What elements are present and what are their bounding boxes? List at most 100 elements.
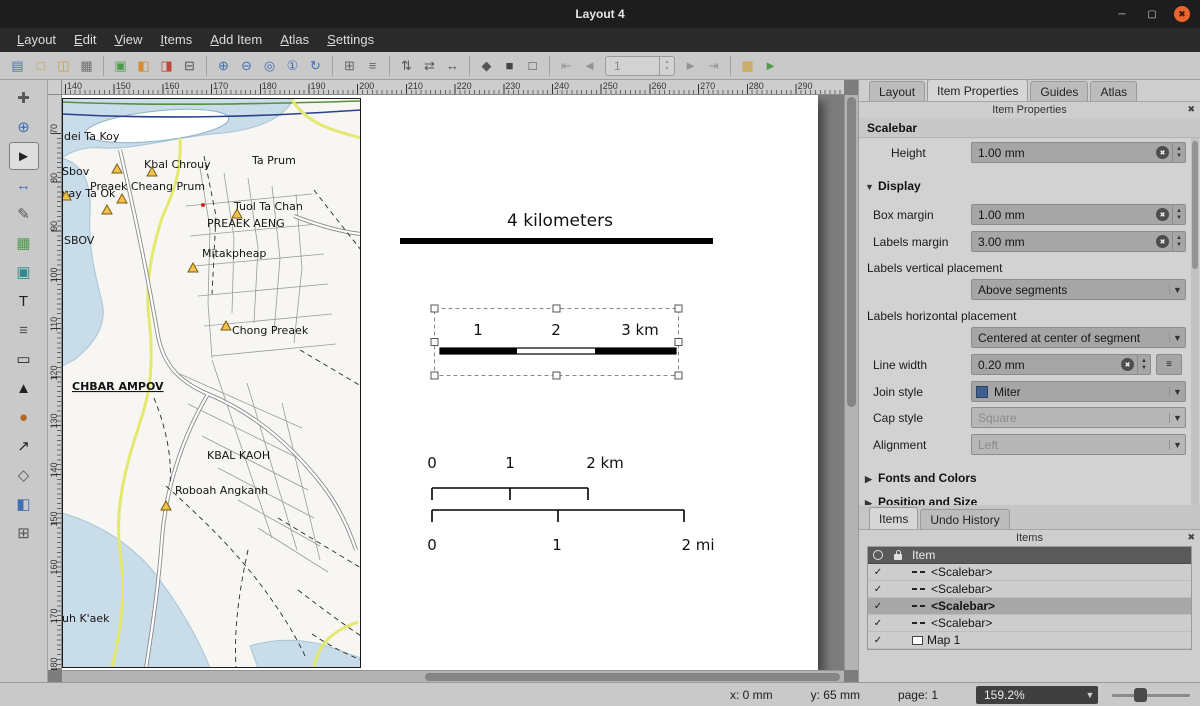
atlas-feature-spinbox[interactable]: 1▴▾ <box>605 56 675 76</box>
raise-items-icon[interactable]: ⇅ <box>395 54 418 77</box>
add-shape-icon[interactable]: ● <box>9 403 39 431</box>
spinner-arrows[interactable]: ▴▾ <box>659 57 674 75</box>
zoom-actual-icon[interactable]: ① <box>281 54 304 77</box>
preview-atlas-icon[interactable]: ► <box>759 54 782 77</box>
zoom-in-icon[interactable]: ⊕ <box>212 54 235 77</box>
scalebar-dual-ticks-item[interactable]: 012 km 012 mi <box>427 454 714 554</box>
menu-atlas[interactable]: Atlas <box>271 28 318 52</box>
export-image-icon[interactable]: ▣ <box>109 54 132 77</box>
save-project-icon[interactable]: ▤ <box>6 54 29 77</box>
show-grid-icon[interactable]: ⊞ <box>338 54 361 77</box>
clear-icon[interactable]: ✖ <box>1156 235 1169 248</box>
scrollbar-thumb[interactable] <box>847 97 856 407</box>
line-width-input[interactable]: 0.20 mm ✖ ▲▼ <box>971 354 1151 375</box>
tab-undo-history[interactable]: Undo History <box>920 509 1009 529</box>
spinner-arrows[interactable]: ▲▼ <box>1172 205 1185 224</box>
item-row[interactable]: ✓Map 1 <box>868 632 1191 649</box>
refresh-view-icon[interactable]: ↻ <box>304 54 327 77</box>
add-attribute-table-icon[interactable]: ⊞ <box>9 519 39 547</box>
canvas-viewport[interactable]: dei Ta KoyKbal ChrouyTa PrumSbovPreaek C… <box>62 95 844 670</box>
zoom-full-icon[interactable]: ◎ <box>258 54 281 77</box>
scrollbar-thumb[interactable] <box>425 673 840 681</box>
add-scalebar-icon[interactable]: ▭ <box>9 345 39 373</box>
item-row[interactable]: ✓<Scalebar> <box>868 564 1191 581</box>
properties-scrollbar[interactable] <box>1191 138 1199 505</box>
zoom-tool-icon[interactable]: ⊕ <box>9 113 39 141</box>
visibility-checkbox[interactable]: ✓ <box>874 635 882 646</box>
labels-margin-input[interactable]: 3.00 mm ✖ ▲▼ <box>971 231 1186 252</box>
display-section-header[interactable]: ▼ Display <box>859 176 1188 196</box>
export-pdf-icon[interactable]: ◨ <box>155 54 178 77</box>
cap-style-select[interactable]: Square ▼ <box>971 407 1186 428</box>
visibility-checkbox[interactable]: ✓ <box>874 601 882 612</box>
tab-item-properties[interactable]: Item Properties <box>927 79 1028 101</box>
close-icon[interactable]: ✖ <box>1174 6 1190 22</box>
add-node-item-icon[interactable]: ◇ <box>9 461 39 489</box>
add-picture-icon[interactable]: ▣ <box>9 258 39 286</box>
minimize-icon[interactable]: ─ <box>1114 6 1130 22</box>
zoom-slider[interactable] <box>1112 686 1190 704</box>
move-item-content-icon[interactable]: ↔ <box>9 171 39 199</box>
item-row[interactable]: ✓<Scalebar> <box>868 581 1191 598</box>
smart-guides-icon[interactable]: ≡ <box>361 54 384 77</box>
edit-nodes-item-icon[interactable]: ✎ <box>9 200 39 228</box>
lock-items-icon[interactable]: ■ <box>498 54 521 77</box>
tab-items[interactable]: Items <box>869 507 918 529</box>
height-input[interactable]: 1.00 mm ✖ ▲▼ <box>971 142 1186 163</box>
panel-close-icon[interactable]: ✖ <box>1187 532 1195 543</box>
maximize-icon[interactable]: ▢ <box>1144 6 1160 22</box>
scalebar-selected-item[interactable]: 123 km <box>431 305 682 379</box>
menu-add-item[interactable]: Add Item <box>201 28 271 52</box>
data-defined-override-button[interactable]: ≡ <box>1156 354 1182 375</box>
box-margin-input[interactable]: 1.00 mm ✖ ▲▼ <box>971 204 1186 225</box>
join-style-select[interactable]: Miter ▼ <box>971 381 1186 402</box>
position-size-section-header[interactable]: ▶ Position and Size <box>859 492 1188 505</box>
visibility-checkbox[interactable]: ✓ <box>874 567 882 578</box>
tab-atlas[interactable]: Atlas <box>1090 81 1137 101</box>
add-html-icon[interactable]: ◧ <box>9 490 39 518</box>
select-move-item-icon[interactable]: ► <box>9 142 39 170</box>
atlas-prev-icon[interactable]: ◄ <box>578 54 601 77</box>
duplicate-layout-icon[interactable]: ◫ <box>52 54 75 77</box>
add-north-arrow-icon[interactable]: ▲ <box>9 374 39 402</box>
spinner-arrows[interactable]: ▲▼ <box>1137 355 1150 374</box>
atlas-next-icon[interactable]: ► <box>679 54 702 77</box>
scalebar-numeric-item[interactable]: 4 kilometers <box>400 211 713 244</box>
export-svg-icon[interactable]: ◧ <box>132 54 155 77</box>
distribute-items-icon[interactable]: ⇄ <box>418 54 441 77</box>
menu-layout[interactable]: Layout <box>8 28 65 52</box>
spinner-arrows[interactable]: ▲▼ <box>1172 232 1185 251</box>
layout-manager-icon[interactable]: ▦ <box>75 54 98 77</box>
zoom-level-select[interactable]: 159.2% ▼ <box>976 686 1098 704</box>
scrollbar-thumb[interactable] <box>1192 141 1198 269</box>
labels-vertical-placement-select[interactable]: Above segments ▼ <box>971 279 1186 300</box>
atlas-last-icon[interactable]: ⇥ <box>702 54 725 77</box>
print-layout-icon[interactable]: ⊟ <box>178 54 201 77</box>
panel-close-icon[interactable]: ✖ <box>1187 104 1195 115</box>
visibility-checkbox[interactable]: ✓ <box>874 618 882 629</box>
spinner-arrows[interactable]: ▲▼ <box>1172 143 1185 162</box>
group-items-icon[interactable]: ◆ <box>475 54 498 77</box>
menu-edit[interactable]: Edit <box>65 28 105 52</box>
add-legend-icon[interactable]: ≡ <box>9 316 39 344</box>
canvas-vertical-scrollbar[interactable] <box>844 95 858 670</box>
atlas-first-icon[interactable]: ⇤ <box>555 54 578 77</box>
zoom-out-icon[interactable]: ⊖ <box>235 54 258 77</box>
item-row[interactable]: ✓<Scalebar> <box>868 598 1191 615</box>
atlas-settings-icon[interactable]: ▩ <box>736 54 759 77</box>
add-label-icon[interactable]: T <box>9 287 39 315</box>
item-row[interactable]: ✓<Scalebar> <box>868 615 1191 632</box>
menu-view[interactable]: View <box>105 28 151 52</box>
clear-icon[interactable]: ✖ <box>1121 358 1134 371</box>
canvas-horizontal-scrollbar[interactable] <box>62 670 844 682</box>
resize-items-icon[interactable]: ↔ <box>441 54 464 77</box>
layout-page[interactable]: dei Ta KoyKbal ChrouyTa PrumSbovPreaek C… <box>62 95 818 670</box>
visibility-checkbox[interactable]: ✓ <box>874 584 882 595</box>
clear-icon[interactable]: ✖ <box>1156 208 1169 221</box>
labels-horizontal-placement-select[interactable]: Centered at center of segment ▼ <box>971 327 1186 348</box>
clear-icon[interactable]: ✖ <box>1156 146 1169 159</box>
tab-layout[interactable]: Layout <box>869 81 925 101</box>
new-layout-icon[interactable]: □ <box>29 54 52 77</box>
pan-tool-icon[interactable]: ✚ <box>9 84 39 112</box>
slider-handle[interactable] <box>1134 688 1147 702</box>
